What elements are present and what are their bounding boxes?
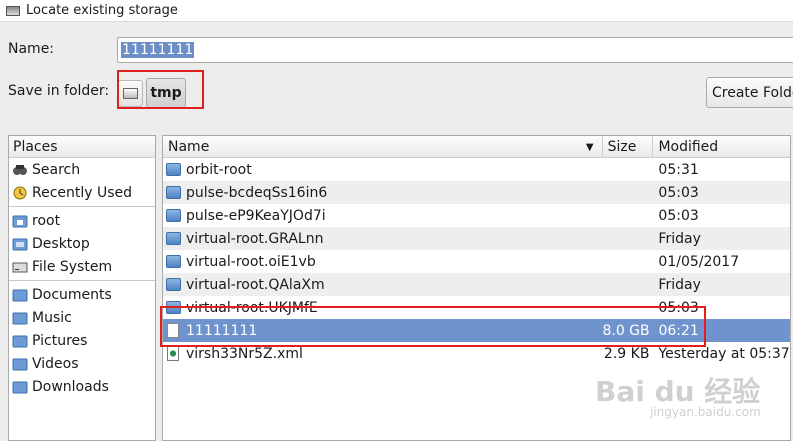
folder-icon [166,209,181,222]
folder-icon [12,335,28,347]
place-downloads[interactable]: Downloads [9,375,155,398]
folder-icon [166,163,181,176]
folder-icon [166,186,181,199]
folder-icon [12,381,28,393]
app-icon [6,5,20,16]
file-list-header: Name ▼ Size Modified [163,136,790,158]
folder-icon [166,278,181,291]
place-documents[interactable]: Documents [9,283,155,306]
folder-icon [166,301,181,314]
place-search[interactable]: Search [9,158,155,181]
file-row[interactable]: virtual-root.GRALnn Friday [163,227,790,250]
place-root[interactable]: root [9,209,155,232]
file-row[interactable]: virtual-root.UKJMfE 05:03 [163,296,790,319]
file-icon [167,323,179,338]
file-row[interactable]: virsh33Nr5Z.xml 2.9 KB Yesterday at 05:3… [163,342,790,365]
search-icon [13,164,27,175]
watermark-url: jingyan.baidu.com [650,405,761,419]
folder-icon [12,289,28,301]
file-row[interactable]: virtual-root.oiE1vb 01/05/2017 [163,250,790,273]
place-music[interactable]: Music [9,306,155,329]
column-name-header[interactable]: Name ▼ [163,136,603,157]
place-videos[interactable]: Videos [9,352,155,375]
file-row-selected[interactable]: 11111111 8.0 GB 06:21 [163,319,790,342]
path-root-button[interactable] [117,80,143,107]
recent-icon [13,186,27,199]
window-title: Locate existing storage [26,3,178,18]
places-group-1: Search Recently Used [9,158,155,204]
watermark: Bai du 经验 [595,375,761,408]
title-bar: Locate existing storage [0,0,793,22]
places-panel: Places Search Recently Used root Desktop… [8,135,156,441]
folder-icon [12,312,28,324]
folder-icon [166,232,181,245]
file-row[interactable]: pulse-bcdeqSs16in6 05:03 [163,181,790,204]
chevron-down-icon: ▼ [585,142,594,153]
column-size-header[interactable]: Size [603,136,654,157]
create-folder-button[interactable]: Create Folde [706,77,793,108]
places-separator [9,206,155,207]
folder-icon [12,358,28,370]
places-group-3: Documents Music Pictures Videos Download… [9,283,155,398]
place-file-system[interactable]: File System [9,255,155,278]
home-folder-icon [12,215,28,227]
drive-icon [122,88,138,99]
folder-icon [166,255,181,268]
save-in-folder-label: Save in folder: [8,83,110,99]
place-recently-used[interactable]: Recently Used [9,181,155,204]
name-input[interactable]: 11111111 [117,37,793,63]
places-header: Places [9,136,155,158]
column-modified-header[interactable]: Modified [653,136,790,157]
file-row[interactable]: pulse-eP9KeaYJOd7i 05:03 [163,204,790,227]
file-row[interactable]: orbit-root 05:31 [163,158,790,181]
drive-icon [12,262,28,272]
place-pictures[interactable]: Pictures [9,329,155,352]
places-group-2: root Desktop File System [9,209,155,278]
name-input-value: 11111111 [121,42,195,58]
places-separator [9,280,155,281]
file-row[interactable]: virtual-root.QAlaXm Friday [163,273,790,296]
place-desktop[interactable]: Desktop [9,232,155,255]
desktop-icon [12,238,28,250]
name-label: Name: [8,41,55,57]
xml-file-icon [167,346,179,361]
path-tmp-button[interactable]: tmp [146,78,186,108]
